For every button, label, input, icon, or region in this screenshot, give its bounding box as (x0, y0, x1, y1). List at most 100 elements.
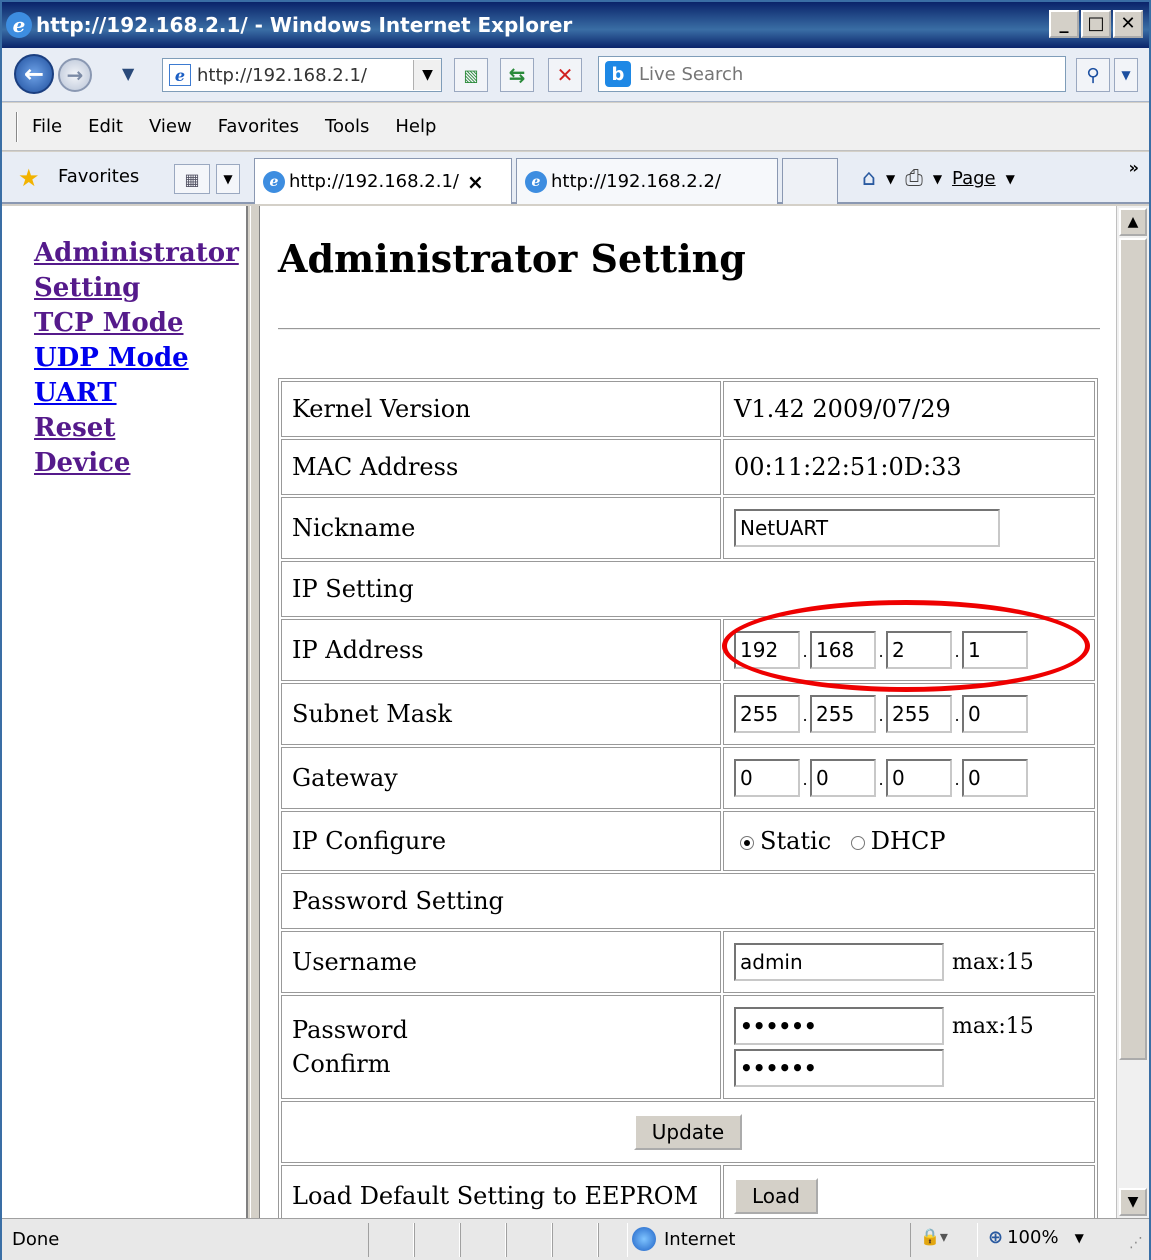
page-dropdown-icon[interactable]: ▼ (1006, 172, 1015, 186)
update-button[interactable]: Update (633, 1114, 743, 1150)
load-default-label: Load Default Setting to EEPROM (281, 1165, 721, 1218)
protected-mode-icon[interactable]: 🔒▾ (920, 1227, 948, 1246)
subnet-octet-3[interactable] (886, 695, 952, 733)
confirm-password-input[interactable] (734, 1049, 944, 1087)
frame-divider[interactable] (250, 206, 260, 1218)
print-dropdown-icon[interactable]: ▼ (933, 172, 942, 186)
favorites-button[interactable]: Favorites (58, 166, 139, 187)
zoom-dropdown-icon[interactable]: ▼ (1075, 1231, 1084, 1245)
nav-link-reset[interactable]: Reset (34, 411, 234, 446)
zone-label: Internet (664, 1228, 736, 1250)
search-box[interactable]: b (598, 56, 1066, 92)
vertical-scrollbar[interactable]: ▲ ▼ (1116, 206, 1149, 1218)
username-input[interactable] (734, 943, 944, 981)
title-bar: e http://192.168.2.1/ - Windows Internet… (2, 2, 1149, 48)
nav-link-tcp-mode[interactable]: TCP Mode (34, 306, 234, 341)
ip-setting-header: IP Setting (281, 561, 1095, 617)
nav-link-administrator-setting[interactable]: Administrator Setting (34, 236, 239, 306)
resize-grip-icon[interactable]: ⋰ (1129, 1235, 1143, 1251)
ip-address-label: IP Address (281, 619, 721, 681)
ip-configure-label: IP Configure (281, 811, 721, 871)
close-button[interactable]: ✕ (1113, 10, 1143, 38)
gateway-octet-2[interactable] (810, 759, 876, 797)
favorites-bar: ★ Favorites ▦ ▼ e http://192.168.2.1/ × … (2, 152, 1149, 204)
scroll-thumb[interactable] (1119, 238, 1147, 1060)
url-field[interactable]: e http://192.168.2.1/ ▼ (162, 58, 442, 92)
page-menu[interactable]: Page (952, 168, 996, 189)
gateway-label: Gateway (281, 747, 721, 809)
subnet-octet-1[interactable] (734, 695, 800, 733)
search-icon[interactable]: ⚲ (1076, 58, 1110, 92)
page-title: Administrator Setting (278, 236, 746, 281)
more-tools-chevron-icon[interactable]: » (1129, 158, 1139, 177)
tab-list-icon[interactable]: ▼ (216, 164, 240, 194)
search-options-icon[interactable]: ▼ (1114, 58, 1138, 92)
status-segment (506, 1223, 552, 1257)
load-button[interactable]: Load (734, 1178, 818, 1214)
nav-link-udp-mode[interactable]: UDP Mode (34, 341, 234, 376)
window-title: http://192.168.2.1/ - Windows Internet E… (36, 13, 573, 37)
dhcp-radio[interactable] (850, 835, 865, 850)
security-zone[interactable]: Internet (632, 1227, 735, 1251)
status-bar: Done Internet 🔒▾ ⊕ 100% ▼ ⋰ (2, 1218, 1149, 1260)
subnet-octet-4[interactable] (962, 695, 1028, 733)
minimize-button[interactable]: _ (1049, 10, 1079, 38)
menu-view[interactable]: View (149, 116, 192, 137)
new-tab-button[interactable] (782, 158, 838, 204)
scroll-up-icon[interactable]: ▲ (1119, 208, 1147, 236)
nickname-label: Nickname (281, 497, 721, 559)
password-input[interactable] (734, 1007, 944, 1045)
ip-octet-3[interactable] (886, 631, 952, 669)
static-label: Static (760, 827, 832, 855)
menu-favorites[interactable]: Favorites (218, 116, 299, 137)
gateway-octet-4[interactable] (962, 759, 1028, 797)
menu-help[interactable]: Help (395, 116, 436, 137)
menu-edit[interactable]: Edit (88, 116, 123, 137)
print-icon[interactable]: ⎙ (905, 166, 923, 191)
ip-octet-4[interactable] (962, 631, 1028, 669)
username-label: Username (281, 931, 721, 993)
home-dropdown-icon[interactable]: ▼ (886, 172, 895, 186)
nav-link-device[interactable]: Device (34, 446, 234, 481)
url-text[interactable]: http://192.168.2.1/ (197, 65, 413, 86)
nickname-input[interactable] (734, 509, 1000, 547)
quick-tabs-icon[interactable]: ▦ (174, 164, 210, 194)
kernel-version-value: V1.42 2009/07/29 (723, 381, 1095, 437)
static-radio[interactable] (740, 835, 754, 850)
divider (278, 328, 1100, 330)
ip-octet-1[interactable] (734, 631, 800, 669)
tab-192-168-2-2[interactable]: e http://192.168.2.2/ (516, 158, 778, 204)
forward-button[interactable]: → (58, 58, 92, 92)
stop-icon[interactable]: ✕ (548, 58, 582, 92)
scroll-down-icon[interactable]: ▼ (1119, 1188, 1147, 1216)
menu-file[interactable]: File (32, 116, 62, 137)
password-setting-header: Password Setting (281, 873, 1095, 929)
nav-frame: Administrator Setting TCP Mode UDP Mode … (2, 206, 248, 1218)
zoom-icon: ⊕ (988, 1227, 1004, 1248)
settings-table: Kernel Version V1.42 2009/07/29 MAC Addr… (278, 378, 1098, 1218)
status-segment (598, 1223, 628, 1257)
zoom-level: 100% (1007, 1227, 1059, 1248)
nav-link-uart[interactable]: UART (34, 376, 234, 411)
back-button[interactable]: ← (14, 54, 54, 94)
subnet-mask-label: Subnet Mask (281, 683, 721, 745)
search-input[interactable] (631, 63, 1065, 85)
menu-tools[interactable]: Tools (325, 116, 369, 137)
tab-192-168-2-1[interactable]: e http://192.168.2.1/ × (254, 158, 512, 204)
refresh-icon[interactable]: ⇆ (500, 58, 534, 92)
maximize-button[interactable]: □ (1081, 10, 1111, 38)
home-icon[interactable]: ⌂ (862, 166, 876, 191)
zoom-control[interactable]: ⊕ 100% ▼ (988, 1227, 1084, 1248)
gateway-octet-3[interactable] (886, 759, 952, 797)
compatibility-view-icon[interactable]: ▧ (454, 58, 488, 92)
tab-close-icon[interactable]: × (467, 170, 484, 194)
tab-label: http://192.168.2.2/ (551, 171, 721, 192)
url-dropdown-icon[interactable]: ▼ (413, 60, 441, 90)
history-dropdown-icon[interactable]: ▼ (122, 64, 134, 83)
favorites-star-icon[interactable]: ★ (18, 164, 40, 192)
page-icon: e (169, 64, 191, 86)
ip-octet-2[interactable] (810, 631, 876, 669)
status-segment (460, 1223, 506, 1257)
gateway-octet-1[interactable] (734, 759, 800, 797)
subnet-octet-2[interactable] (810, 695, 876, 733)
